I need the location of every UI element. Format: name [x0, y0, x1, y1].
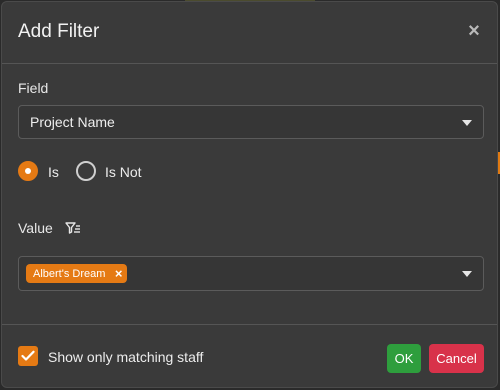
value-label: Value [18, 220, 53, 236]
dialog-header: Add Filter × [2, 2, 497, 64]
field-select[interactable]: Project Name [18, 105, 484, 139]
close-icon: × [468, 20, 480, 42]
value-chip: Albert's Dream × [26, 264, 128, 283]
close-button[interactable]: × [465, 20, 483, 42]
show-matching-staff-checkbox[interactable] [18, 346, 38, 366]
radio-is-not-label: Is Not [105, 164, 142, 180]
field-select-value: Project Name [30, 114, 115, 130]
chevron-down-icon [462, 120, 472, 126]
ok-button[interactable]: OK [387, 344, 421, 373]
chevron-down-icon [462, 271, 472, 277]
chip-remove-icon[interactable]: × [115, 264, 123, 283]
radio-is-not[interactable] [76, 161, 96, 181]
dialog-footer: Show only matching staff OK Cancel [2, 324, 497, 387]
filter-list-icon[interactable] [65, 221, 81, 235]
show-matching-staff-label: Show only matching staff [48, 349, 204, 365]
value-chip-label: Albert's Dream [33, 268, 106, 280]
radio-is[interactable] [18, 161, 38, 181]
field-label: Field [18, 80, 49, 96]
cancel-button[interactable]: Cancel [429, 344, 484, 373]
add-filter-dialog: Add Filter × Field Project Name Is Is No… [1, 1, 498, 388]
checkmark-icon [21, 350, 35, 361]
value-multiselect[interactable]: Albert's Dream × [18, 256, 484, 291]
dialog-title: Add Filter [18, 21, 100, 42]
radio-is-label: Is [48, 164, 59, 180]
